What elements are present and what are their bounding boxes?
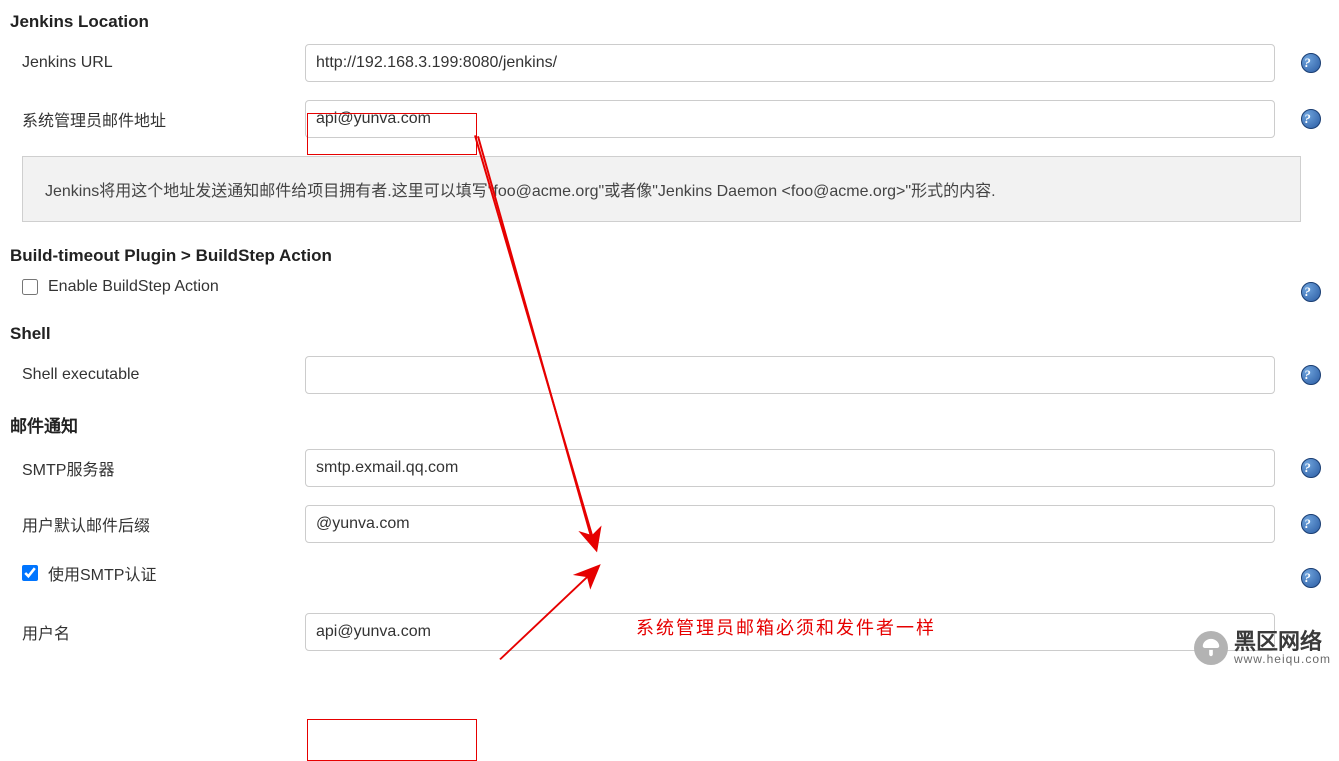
help-icon[interactable]: ?	[1301, 109, 1321, 129]
label-mail-suffix: 用户默认邮件后缀	[10, 512, 305, 536]
mushroom-icon	[1194, 631, 1228, 665]
label-admin-email: 系统管理员邮件地址	[10, 107, 305, 131]
row-smtp-auth: 使用SMTP认证 ?	[10, 561, 1329, 595]
help-icon[interactable]: ?	[1301, 514, 1321, 534]
input-smtp-username[interactable]	[305, 613, 1275, 651]
input-shell-exec[interactable]	[305, 356, 1275, 394]
row-jenkins-url: Jenkins URL ?	[10, 44, 1329, 82]
input-admin-email[interactable]	[305, 100, 1275, 138]
input-mail-suffix[interactable]	[305, 505, 1275, 543]
help-icon[interactable]: ?	[1301, 282, 1321, 302]
checkbox-enable-buildstep[interactable]	[22, 279, 38, 295]
annotation-box-username	[307, 719, 477, 761]
input-jenkins-url[interactable]	[305, 44, 1275, 82]
help-icon[interactable]: ?	[1301, 365, 1321, 385]
input-smtp-server[interactable]	[305, 449, 1275, 487]
label-smtp-server: SMTP服务器	[10, 456, 305, 480]
section-mail-title: 邮件通知	[10, 412, 1329, 437]
row-mail-suffix: 用户默认邮件后缀 ?	[10, 505, 1329, 543]
row-smtp-server: SMTP服务器 ?	[10, 449, 1329, 487]
label-smtp-auth: 使用SMTP认证	[48, 561, 156, 585]
label-smtp-username: 用户名	[10, 620, 305, 644]
row-smtp-username: 用户名	[10, 613, 1329, 651]
section-build-timeout-title: Build-timeout Plugin > BuildStep Action	[10, 246, 1329, 266]
admin-email-description: Jenkins将用这个地址发送通知邮件给项目拥有者.这里可以填写"foo@acm…	[22, 156, 1301, 222]
watermark-sub: www.heiqu.com	[1234, 653, 1331, 665]
help-icon[interactable]: ?	[1301, 53, 1321, 73]
watermark: 黑区网络 www.heiqu.com	[1194, 631, 1331, 665]
section-jenkins-location-title: Jenkins Location	[10, 12, 1329, 32]
row-enable-buildstep: Enable BuildStep Action ?	[10, 278, 1329, 306]
row-shell-exec: Shell executable ?	[10, 356, 1329, 394]
label-shell-exec: Shell executable	[10, 366, 305, 384]
label-jenkins-url: Jenkins URL	[10, 54, 305, 72]
checkbox-smtp-auth[interactable]	[22, 565, 38, 581]
row-admin-email: 系统管理员邮件地址 ?	[10, 100, 1329, 138]
help-icon[interactable]: ?	[1301, 458, 1321, 478]
section-shell-title: Shell	[10, 324, 1329, 344]
watermark-main: 黑区网络	[1234, 631, 1331, 653]
help-icon[interactable]: ?	[1301, 568, 1321, 588]
label-enable-buildstep: Enable BuildStep Action	[48, 278, 219, 296]
